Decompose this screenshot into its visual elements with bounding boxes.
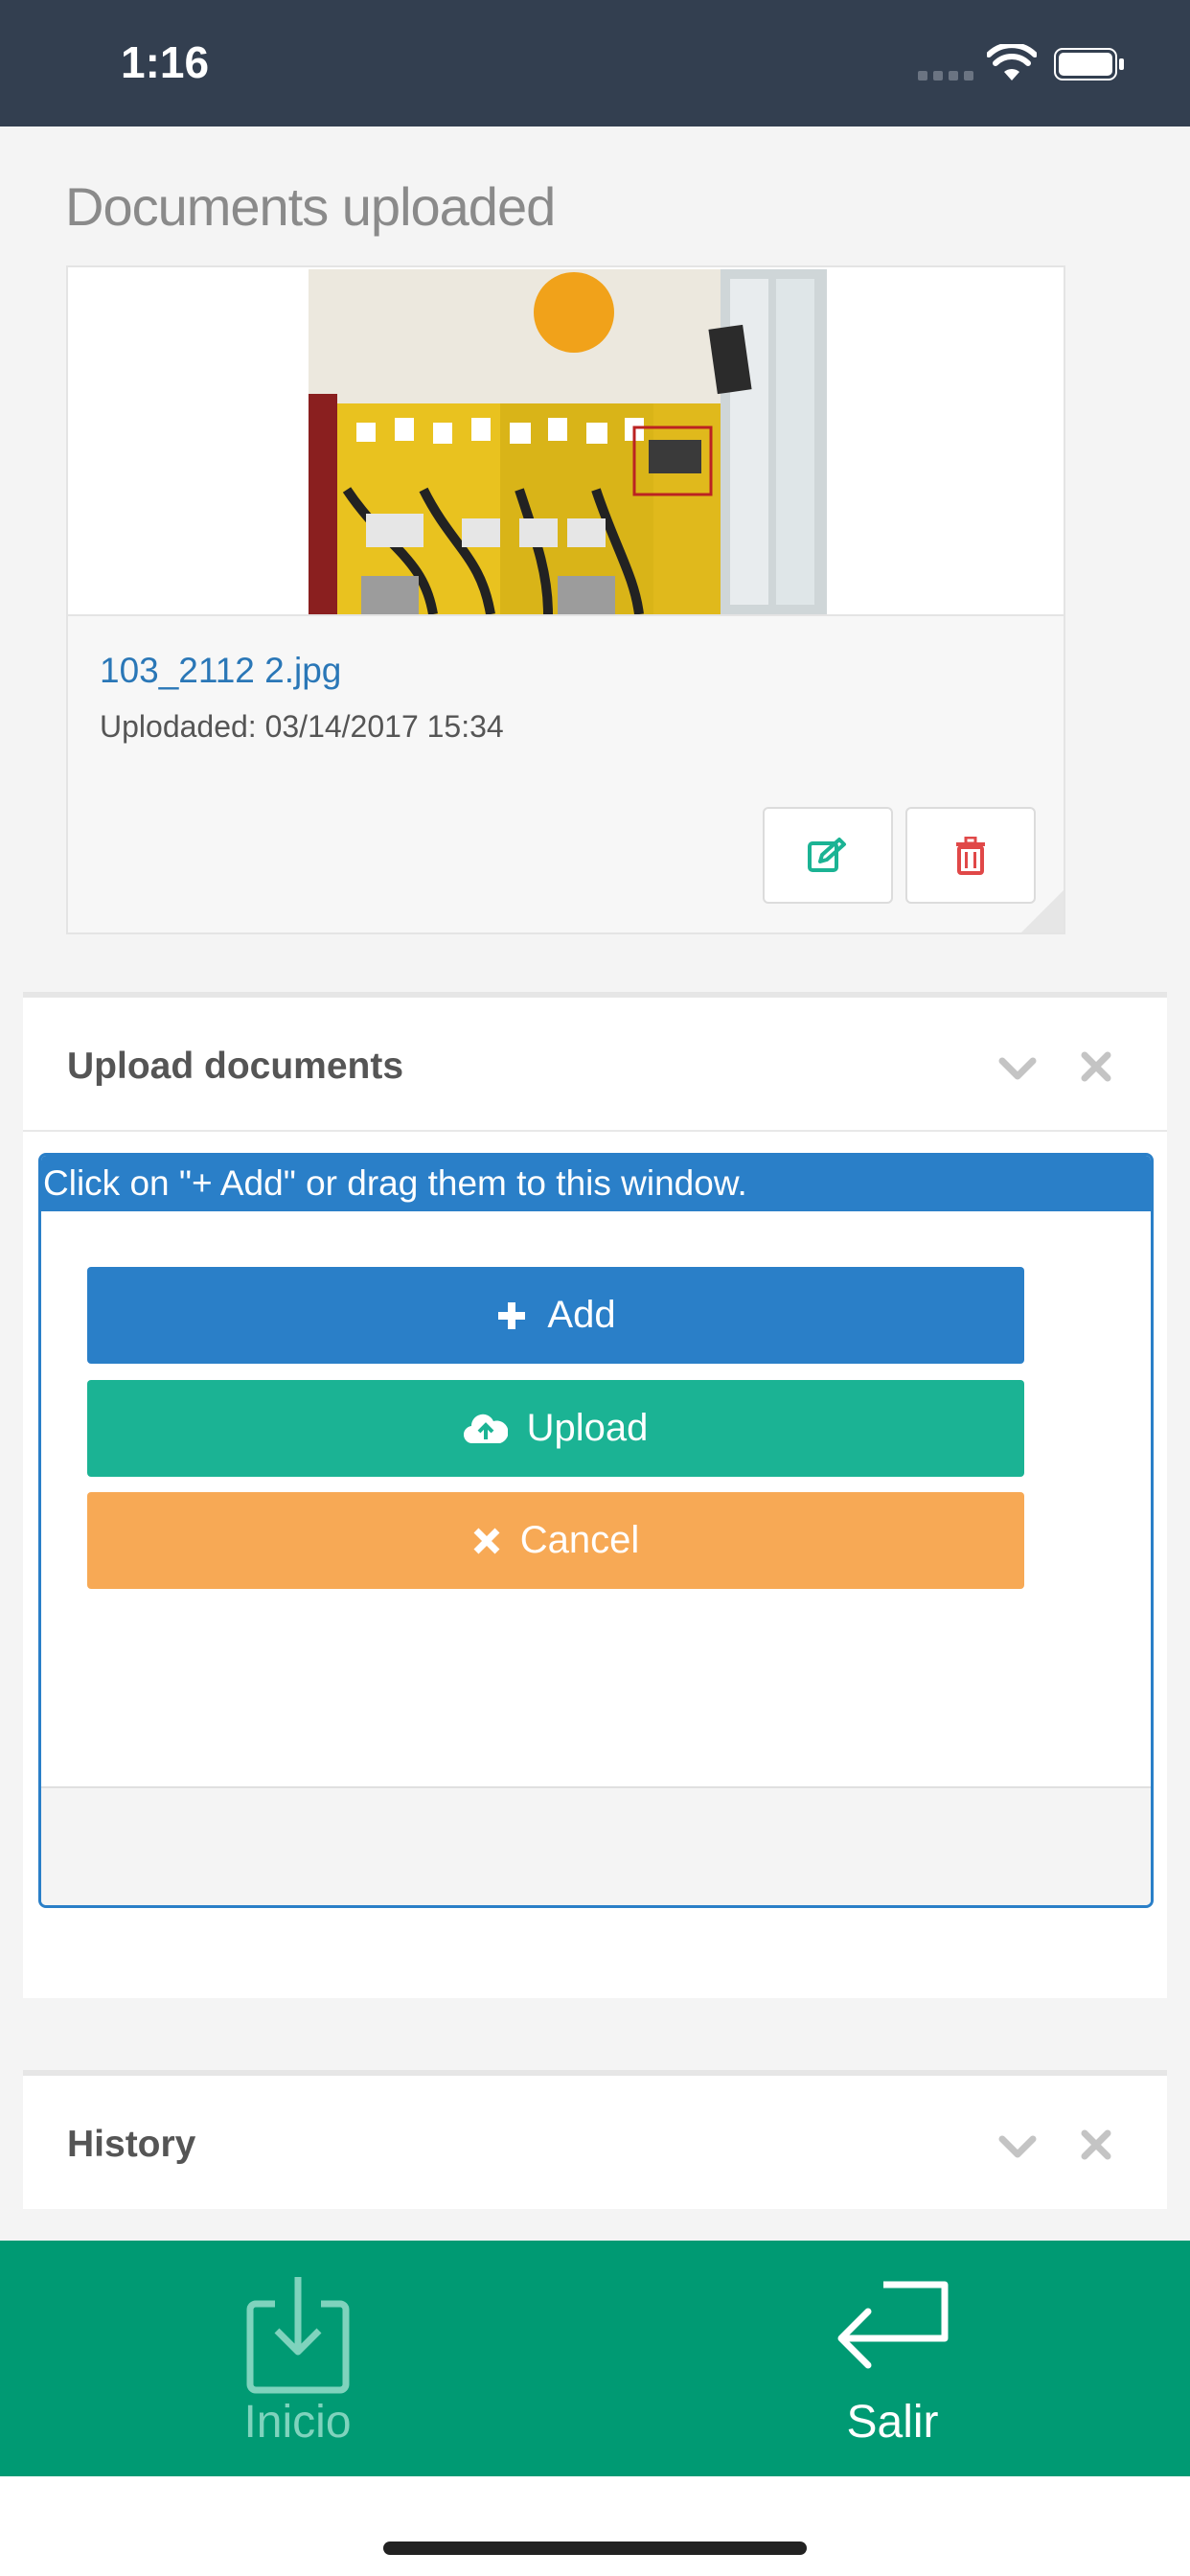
document-upload-date: Uplodaded: 03/14/2017 15:34 <box>100 709 504 744</box>
upload-button-label: Upload <box>526 1407 649 1449</box>
cellular-signal-icon <box>918 71 973 80</box>
close-icon[interactable] <box>1081 1051 1111 1082</box>
nav-label-inicio: Inicio <box>243 2397 352 2448</box>
home-indicator-area <box>0 2476 1190 2576</box>
documents-section-title: Documents uploaded <box>65 176 556 237</box>
nav-item-salir[interactable]: Salir <box>595 2241 1190 2476</box>
delete-document-button[interactable] <box>905 807 1036 904</box>
cancel-button[interactable]: Cancel <box>87 1492 1024 1589</box>
nav-label-salir: Salir <box>846 2397 939 2448</box>
battery-icon <box>1054 48 1124 80</box>
upload-panel-title: Upload documents <box>67 1046 404 1087</box>
trash-icon <box>956 836 985 875</box>
wifi-icon <box>987 44 1037 80</box>
return-arrow-icon <box>837 2281 948 2369</box>
close-icon[interactable] <box>1081 2129 1111 2160</box>
plus-icon <box>495 1300 528 1332</box>
edit-icon <box>808 837 846 872</box>
history-panel-header: History <box>23 2076 1167 2210</box>
card-corner <box>1021 890 1064 932</box>
status-time: 1:16 <box>121 37 210 87</box>
status-bar: 1:16 <box>0 0 1190 126</box>
nav-item-inicio[interactable]: Inicio <box>0 2241 595 2476</box>
bottom-navigation: Inicio Salir <box>0 2241 1190 2476</box>
history-panel-title: History <box>67 2124 196 2165</box>
history-panel: History <box>23 2070 1167 2209</box>
document-file-link[interactable]: 103_2112 2.jpg <box>100 651 341 691</box>
document-thumbnail-area <box>68 267 1064 616</box>
upload-button[interactable]: Upload <box>87 1380 1024 1477</box>
drop-zone-footer <box>41 1786 1151 1905</box>
chevron-down-icon[interactable] <box>998 2133 1037 2162</box>
add-files-button[interactable]: Add <box>87 1267 1024 1364</box>
add-button-label: Add <box>547 1294 616 1336</box>
download-tray-icon <box>246 2277 349 2394</box>
cancel-button-label: Cancel <box>519 1519 640 1561</box>
cloud-upload-icon <box>463 1413 508 1445</box>
chevron-down-icon[interactable] <box>998 1055 1037 1084</box>
drop-zone-hint: Click on "+ Add" or drag them to this wi… <box>43 1163 747 1203</box>
document-card: 103_2112 2.jpg Uplodaded: 03/14/2017 15:… <box>66 265 1065 934</box>
home-indicator[interactable] <box>383 2542 807 2555</box>
document-thumbnail-image[interactable] <box>309 269 827 614</box>
drop-zone-hint-bar: Click on "+ Add" or drag them to this wi… <box>41 1156 1151 1211</box>
close-icon <box>472 1527 501 1555</box>
upload-panel-header: Upload documents <box>23 998 1167 1132</box>
edit-document-button[interactable] <box>763 807 893 904</box>
